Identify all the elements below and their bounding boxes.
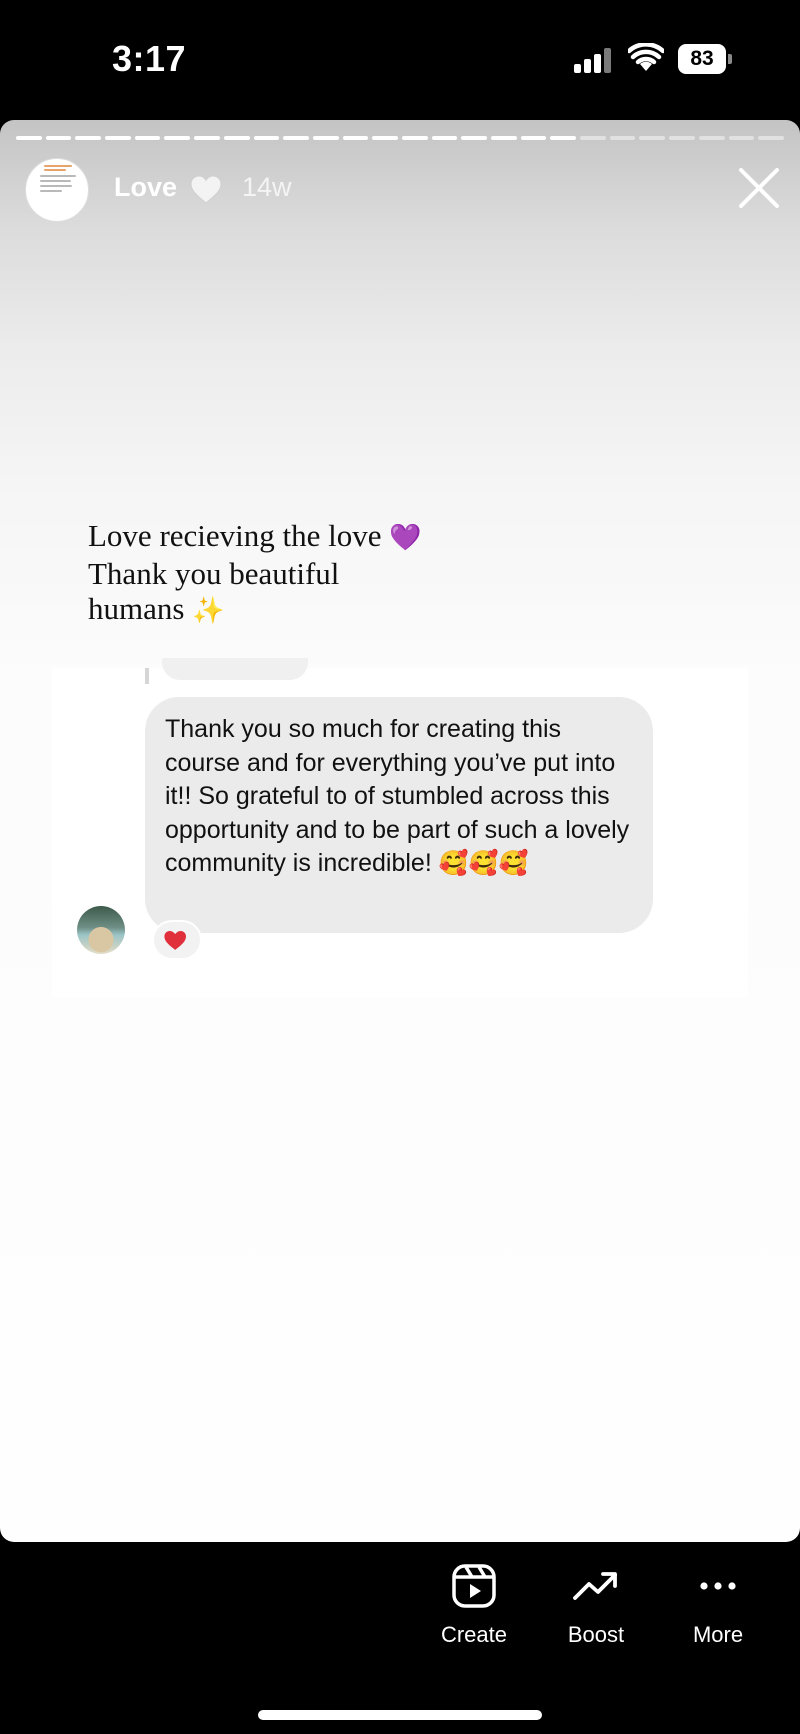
progress-segment [669,136,695,140]
progress-segment [758,136,784,140]
progress-segment [253,136,280,140]
red-heart-icon [164,931,186,950]
progress-segment [431,136,458,140]
progress-segment [639,136,666,140]
progress-segment [372,136,398,140]
progress-segment [134,136,161,140]
sender-avatar [77,906,125,954]
progress-segment [698,136,725,140]
progress-segment [223,136,250,140]
smiling-face-hearts-emoji: 🥰🥰🥰 [438,849,529,877]
close-icon[interactable] [736,165,782,211]
reply-thread-line [145,668,149,684]
status-bar: 3:17 83 [0,0,800,118]
story-caption: Love recieving the love 💜 Thank you beau… [88,518,488,629]
more-label: More [692,1622,744,1647]
progress-segment [491,136,517,140]
white-heart-icon [190,175,222,204]
reels-create-icon [452,1564,496,1608]
progress-segment [609,136,636,140]
home-indicator[interactable] [258,1710,542,1720]
story-progress-bar [16,136,784,140]
progress-segment [194,136,220,140]
battery-icon: 83 [678,44,732,74]
progress-segment [401,136,428,140]
story-viewer[interactable]: Love 14w Love recieving the love 💜 Thank… [0,120,800,1542]
story-avatar[interactable] [25,158,89,222]
message-text: Thank you so much for creating this cour… [165,715,630,877]
battery-level: 83 [678,44,726,74]
progress-segment [312,136,339,140]
caption-line-2: Thank you beautiful [88,556,340,591]
progress-segment [342,136,369,140]
cellular-signal-icon [574,47,614,73]
progress-segment [520,136,547,140]
status-time: 3:17 [112,38,187,79]
previous-message-bubble [162,658,308,680]
progress-segment [45,136,72,140]
more-button[interactable]: More [658,1562,778,1662]
message-bubble: Thank you so much for creating this cour… [145,697,653,933]
progress-segment [283,136,309,140]
purple-heart-emoji: 💜 [389,523,422,553]
wifi-icon [628,43,664,71]
progress-segment [728,136,755,140]
story-action-bar: Create Boost More [0,1542,800,1734]
progress-segment [550,136,577,140]
progress-segment [105,136,131,140]
message-screenshot: Thank you so much for creating this cour… [52,658,748,998]
story-username[interactable]: Love [114,172,177,203]
create-button[interactable]: Create [414,1562,534,1662]
more-dots-icon [700,1582,736,1590]
progress-segment [461,136,487,140]
caption-line-3: humans [88,591,185,626]
caption-line-1: Love recieving the love [88,518,382,553]
trending-up-icon [573,1572,617,1600]
progress-segment [580,136,606,140]
progress-segment [16,136,42,140]
boost-label: Boost [567,1622,625,1647]
boost-button[interactable]: Boost [536,1562,656,1662]
story-timestamp: 14w [242,172,292,202]
progress-segment [75,136,102,140]
create-label: Create [440,1622,508,1647]
sparkles-emoji: ✨ [192,596,225,626]
progress-segment [164,136,191,140]
reaction-badge [152,920,202,960]
